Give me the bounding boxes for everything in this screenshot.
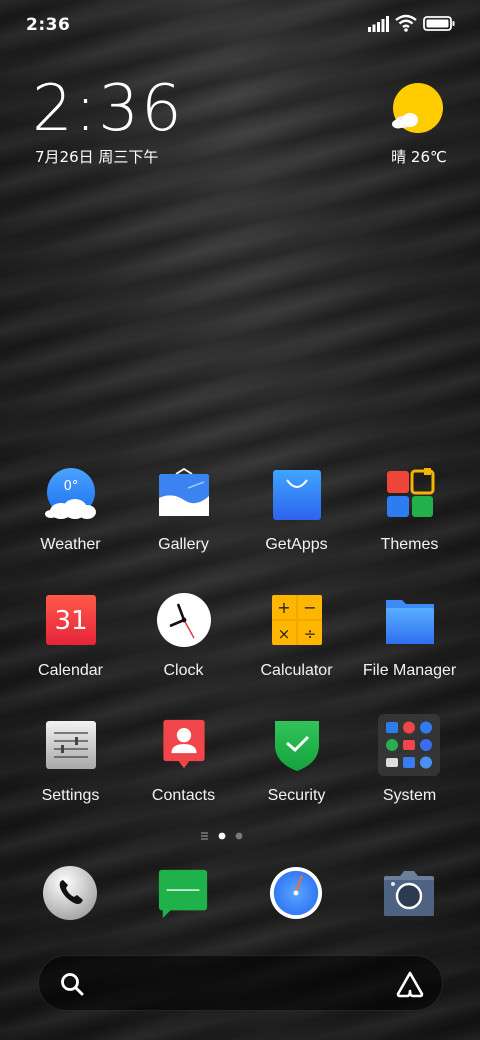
settings-app-icon: [46, 721, 96, 769]
svg-text:÷: ÷: [304, 625, 317, 643]
gallery-app-icon: [159, 468, 209, 516]
app-label-calendar: Calendar: [38, 662, 103, 679]
app-label-themes: Themes: [380, 536, 439, 553]
svg-text:+: +: [277, 598, 290, 617]
sun-cloud-icon[interactable]: [390, 82, 446, 138]
clock-widget-time[interactable]: 2:36: [32, 72, 184, 146]
app-weather[interactable]: 0° Weather: [14, 468, 127, 578]
page-dot-active: [218, 832, 226, 840]
app-calculator[interactable]: + − × ÷ Calculator: [240, 594, 353, 704]
app-contacts[interactable]: Contacts: [127, 719, 240, 829]
svg-text:−: −: [303, 598, 316, 617]
app-label-weather: Weather: [40, 536, 101, 553]
app-clock[interactable]: Clock: [127, 593, 240, 704]
app-getapps[interactable]: GetApps: [240, 468, 353, 578]
calendar-app-icon: 31: [46, 595, 96, 645]
app-label-security: Security: [267, 787, 326, 804]
battery-icon: [423, 16, 455, 31]
app-label-settings: Settings: [41, 787, 100, 804]
app-label-calculator: Calculator: [260, 662, 333, 679]
app-label-system: System: [382, 787, 437, 804]
themes-app-icon: [387, 468, 435, 517]
app-label-getapps: GetApps: [265, 536, 328, 553]
status-bar: 2:36: [0, 0, 480, 50]
messages-icon[interactable]: [156, 866, 210, 920]
camera-icon[interactable]: [382, 866, 436, 920]
weather-widget-text: 晴 26℃: [391, 148, 447, 166]
wifi-icon: [395, 14, 417, 32]
weather-app-icon: 0°: [45, 468, 96, 519]
page-indicator[interactable]: [199, 830, 249, 842]
page-dot: [235, 832, 243, 840]
app-file-manager[interactable]: File Manager: [353, 594, 466, 704]
search-bar[interactable]: [38, 955, 443, 1011]
signal-icon: [368, 16, 389, 32]
weather-app-icon-text: 0°: [64, 479, 79, 494]
calculator-app-icon: + − × ÷: [272, 595, 322, 645]
phone-icon[interactable]: [43, 866, 97, 920]
shopping-bag-icon: [273, 470, 321, 520]
app-themes[interactable]: Themes: [353, 468, 466, 578]
contacts-app-icon: [163, 719, 205, 769]
app-system-folder[interactable]: System: [353, 714, 466, 824]
clock-widget-date: 7月26日 周三下午: [35, 148, 159, 166]
app-label-clock: Clock: [163, 662, 204, 679]
svg-text:×: ×: [278, 625, 291, 643]
browser-icon[interactable]: [269, 866, 323, 920]
clock-app-icon: [157, 593, 211, 647]
system-folder-icon: [378, 714, 440, 776]
assistant-icon[interactable]: [395, 970, 425, 998]
shield-check-icon: [275, 721, 319, 771]
app-security[interactable]: Security: [240, 719, 353, 829]
search-icon[interactable]: [59, 971, 85, 997]
calendar-app-icon-text: 31: [54, 606, 87, 636]
app-calendar[interactable]: 31 Calendar: [14, 594, 127, 704]
folder-icon: [386, 600, 434, 644]
app-gallery[interactable]: Gallery: [127, 468, 240, 578]
status-time: 2:36: [26, 15, 71, 35]
app-label-file-manager: File Manager: [362, 662, 457, 679]
app-label-gallery: Gallery: [158, 536, 209, 553]
app-settings[interactable]: Settings: [14, 719, 127, 829]
app-label-contacts: Contacts: [151, 787, 216, 804]
